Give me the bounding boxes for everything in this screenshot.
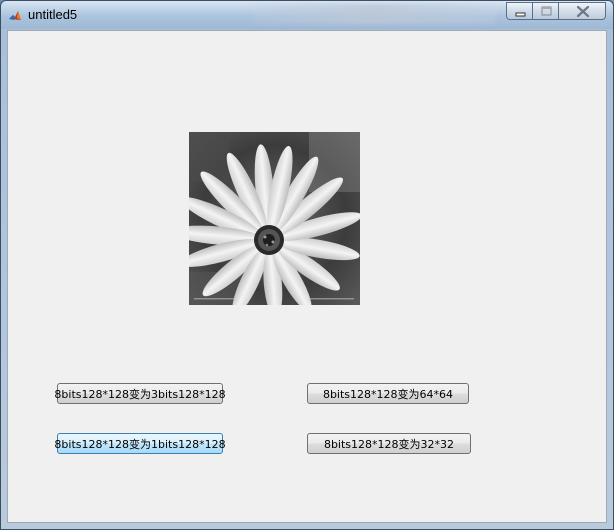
maximize-icon xyxy=(541,6,552,16)
close-icon xyxy=(576,5,590,18)
title-bar[interactable]: untitled5 xyxy=(1,1,613,29)
maximize-button[interactable] xyxy=(532,2,559,20)
convert-1bits-button[interactable]: 8bits128*128变为1bits128*128 xyxy=(54,433,226,454)
convert-3bits-button[interactable]: 8bits128*128变为3bits128*128 xyxy=(54,383,226,404)
convert-64x64-button[interactable]: 8bits128*128变为64*64 xyxy=(307,383,469,404)
window-title: untitled5 xyxy=(28,7,78,22)
app-window: untitled5 8bits128*128变为3bits128*128 8bi… xyxy=(0,0,614,530)
figure-area: 8bits128*128变为3bits128*128 8bits128*128变… xyxy=(7,30,607,523)
convert-32x32-button[interactable]: 8bits128*128变为32*32 xyxy=(307,433,471,454)
minimize-button[interactable] xyxy=(506,2,533,20)
flower-image xyxy=(189,132,360,305)
minimize-icon xyxy=(515,12,526,17)
close-button[interactable] xyxy=(558,2,606,20)
matlab-icon xyxy=(8,8,22,22)
blurred-titlebar-region xyxy=(251,4,496,24)
